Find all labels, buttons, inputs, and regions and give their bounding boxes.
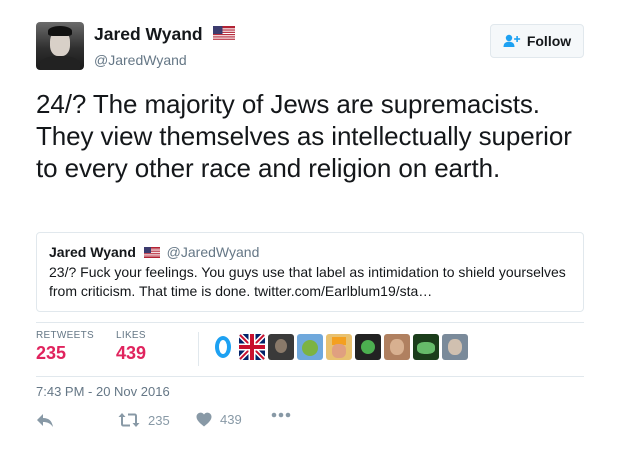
- tweet-timestamp[interactable]: 7:43 PM - 20 Nov 2016: [36, 384, 170, 399]
- retweets-label: RETWEETS: [36, 330, 94, 341]
- liker-avatar[interactable]: [355, 334, 381, 360]
- liker-avatar[interactable]: [413, 334, 439, 360]
- more-button[interactable]: [271, 412, 299, 418]
- us-flag-icon: [143, 247, 160, 258]
- divider: [36, 322, 584, 323]
- follow-button[interactable]: Follow: [490, 24, 584, 58]
- add-user-icon: [503, 34, 520, 47]
- follow-label: Follow: [526, 33, 572, 49]
- quoted-author-name: Jared Wyand: [49, 244, 136, 260]
- likes-stat[interactable]: LIKES 439: [116, 330, 146, 364]
- likes-count: 439: [116, 343, 147, 363]
- reply-icon: [37, 414, 53, 427]
- liker-avatar[interactable]: [442, 334, 468, 360]
- stats-separator: [198, 332, 199, 366]
- liker-avatar[interactable]: [326, 334, 352, 360]
- liker-avatar[interactable]: [384, 334, 410, 360]
- author-avatar[interactable]: [36, 22, 84, 70]
- author-name[interactable]: Jared Wyand: [94, 24, 236, 45]
- retweets-count: 235: [36, 343, 67, 363]
- retweet-button[interactable]: 235: [118, 412, 170, 428]
- quoted-tweet[interactable]: Jared Wyand @JaredWyand 23/? Fuck your f…: [36, 232, 584, 312]
- liker-avatar[interactable]: [210, 334, 236, 360]
- tweet-text: 24/? The majority of Jews are supremacis…: [36, 89, 572, 183]
- like-button[interactable]: 439: [196, 412, 242, 427]
- more-icon: [271, 412, 291, 418]
- liker-avatar[interactable]: [239, 334, 265, 360]
- reply-button[interactable]: [36, 412, 62, 428]
- quoted-tweet-header: Jared Wyand @JaredWyand: [49, 244, 571, 260]
- retweet-count: 235: [148, 412, 170, 428]
- likes-label: LIKES: [116, 330, 146, 341]
- heart-icon: [196, 412, 212, 427]
- quoted-tweet-text: 23/? Fuck your feelings. You guys use th…: [49, 264, 566, 299]
- divider: [36, 376, 584, 377]
- retweet-icon: [118, 413, 140, 427]
- liker-avatars: [210, 334, 471, 360]
- liker-avatar[interactable]: [297, 334, 323, 360]
- tweet-header: Jared Wyand @JaredWyand Follow: [36, 22, 584, 74]
- like-count: 439: [220, 412, 242, 427]
- liker-avatar[interactable]: [268, 334, 294, 360]
- us-flag-icon: [213, 26, 236, 41]
- quoted-author-handle: @JaredWyand: [166, 244, 260, 260]
- retweets-stat[interactable]: RETWEETS 235: [36, 330, 94, 364]
- author-handle[interactable]: @JaredWyand: [94, 52, 187, 68]
- tweet-actions: 235 439: [36, 412, 336, 436]
